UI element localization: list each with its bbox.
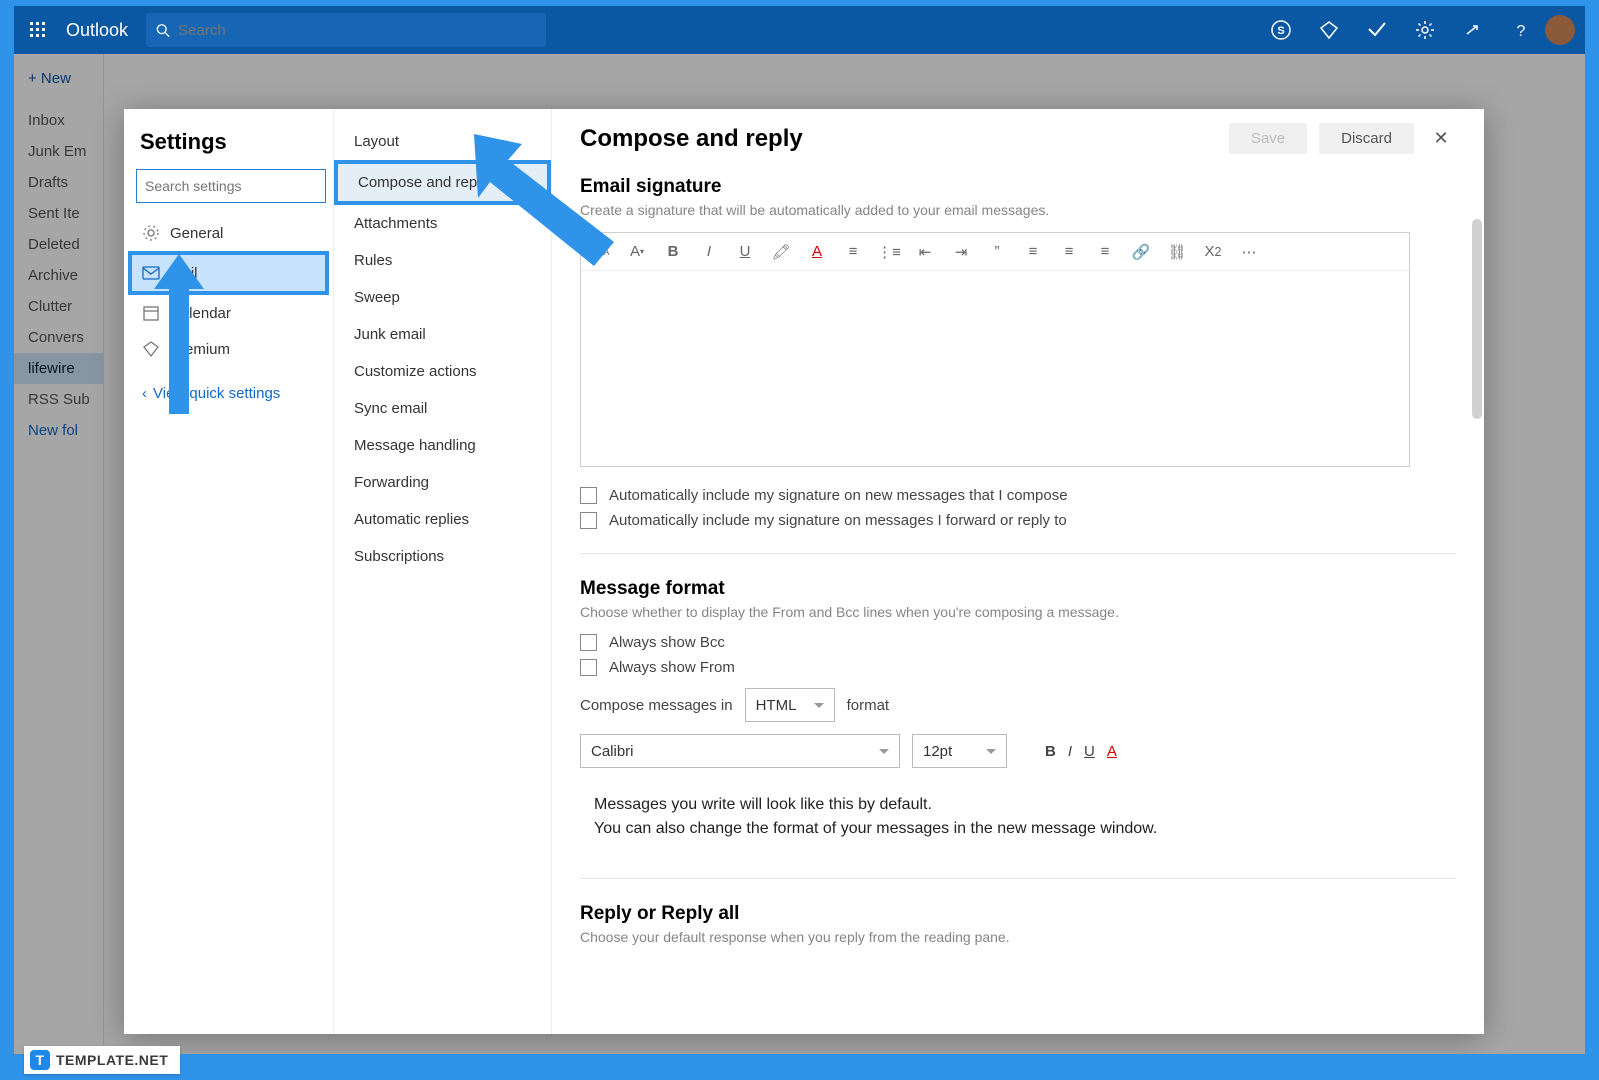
outdent-icon[interactable]: ⇤ bbox=[915, 242, 935, 262]
checkbox-icon[interactable] bbox=[580, 634, 597, 651]
close-icon[interactable]: ✕ bbox=[1426, 124, 1456, 154]
checkbox-label: Automatically include my signature on me… bbox=[609, 512, 1067, 529]
align-right-icon[interactable]: ≡ bbox=[1095, 242, 1115, 262]
indent-icon[interactable]: ⇥ bbox=[951, 242, 971, 262]
watermark-icon: T bbox=[30, 1050, 50, 1070]
bcc-checkbox[interactable]: Always show Bcc bbox=[580, 634, 1456, 651]
underline-icon[interactable]: U bbox=[1084, 743, 1095, 760]
settings-sidebar: Settings General Mail Calendar bbox=[124, 109, 334, 1034]
search-icon bbox=[156, 23, 170, 38]
settings-content: Compose and reply Save Discard ✕ Email s… bbox=[552, 109, 1484, 1034]
font-select[interactable]: Calibri bbox=[580, 734, 900, 768]
signature-reply-checkbox[interactable]: Automatically include my signature on me… bbox=[580, 512, 1456, 529]
format-section: Message format Choose whether to display… bbox=[580, 578, 1456, 854]
italic-icon[interactable]: I bbox=[1068, 743, 1072, 760]
watermark-label: TEMPLATE.NET bbox=[56, 1052, 168, 1068]
checkbox-label: Always show From bbox=[609, 659, 735, 676]
signature-section: Email signature Create a signature that … bbox=[580, 176, 1456, 529]
unlink-icon[interactable]: ⛓ bbox=[1167, 242, 1187, 262]
size-select[interactable]: 12pt bbox=[912, 734, 1007, 768]
editor-toolbar: AA A▾ B I U 🖍 A ≡ ⋮≡ ⇤ ⇥ ” ≡ bbox=[581, 233, 1409, 271]
font-color-icon[interactable]: A bbox=[807, 242, 827, 262]
save-button[interactable]: Save bbox=[1229, 123, 1307, 154]
numbering-icon[interactable]: ⋮≡ bbox=[879, 242, 899, 262]
checkbox-label: Always show Bcc bbox=[609, 634, 725, 651]
app-launcher-icon[interactable] bbox=[14, 22, 62, 38]
watermark-badge: T TEMPLATE.NET bbox=[24, 1046, 180, 1074]
help-icon[interactable]: ? bbox=[1497, 6, 1545, 54]
section-heading: Reply or Reply all bbox=[580, 903, 1456, 925]
align-center-icon[interactable]: ≡ bbox=[1059, 242, 1079, 262]
subnav-sync[interactable]: Sync email bbox=[334, 390, 551, 427]
topbar: Outlook S ? bbox=[14, 6, 1585, 54]
search-settings-input[interactable] bbox=[145, 178, 317, 194]
section-heading: Email signature bbox=[580, 176, 1456, 198]
category-label: General bbox=[170, 225, 223, 242]
app-name: Outlook bbox=[62, 20, 146, 41]
font-color-icon[interactable]: A bbox=[1107, 743, 1117, 760]
italic-icon[interactable]: I bbox=[699, 242, 719, 262]
checkbox-label: Automatically include my signature on ne… bbox=[609, 487, 1068, 504]
checkbox-icon[interactable] bbox=[580, 487, 597, 504]
subnav-junk[interactable]: Junk email bbox=[334, 316, 551, 353]
more-icon[interactable]: ⋯ bbox=[1239, 242, 1259, 262]
subnav-forwarding[interactable]: Forwarding bbox=[334, 464, 551, 501]
search-input[interactable] bbox=[178, 22, 536, 39]
section-sub: Create a signature that will be automati… bbox=[580, 202, 1456, 218]
settings-dialog: Settings General Mail Calendar bbox=[124, 109, 1484, 1034]
global-search[interactable] bbox=[146, 13, 546, 47]
subnav-subscriptions[interactable]: Subscriptions bbox=[334, 538, 551, 575]
divider bbox=[580, 878, 1456, 879]
preview-line: Messages you write will look like this b… bbox=[594, 796, 1442, 814]
signature-new-checkbox[interactable]: Automatically include my signature on ne… bbox=[580, 487, 1456, 504]
gear-icon bbox=[142, 224, 160, 242]
subnav-customize[interactable]: Customize actions bbox=[334, 353, 551, 390]
page-title: Compose and reply bbox=[580, 125, 1217, 153]
checkbox-icon[interactable] bbox=[580, 512, 597, 529]
format-label: format bbox=[847, 697, 890, 714]
settings-title: Settings bbox=[132, 123, 325, 169]
divider bbox=[580, 553, 1456, 554]
subnav-handling[interactable]: Message handling bbox=[334, 427, 551, 464]
section-sub: Choose whether to display the From and B… bbox=[580, 604, 1456, 620]
skype-icon[interactable]: S bbox=[1257, 6, 1305, 54]
gear-icon[interactable] bbox=[1401, 6, 1449, 54]
align-left-icon[interactable]: ≡ bbox=[1023, 242, 1043, 262]
quote-icon[interactable]: ” bbox=[987, 242, 1007, 262]
search-settings[interactable] bbox=[136, 169, 326, 203]
link-icon[interactable]: 🔗 bbox=[1131, 242, 1151, 262]
from-checkbox[interactable]: Always show From bbox=[580, 659, 1456, 676]
checkmark-icon[interactable] bbox=[1353, 6, 1401, 54]
signature-editor[interactable]: AA A▾ B I U 🖍 A ≡ ⋮≡ ⇤ ⇥ ” ≡ bbox=[580, 232, 1410, 467]
highlight-icon[interactable]: 🖍 bbox=[771, 242, 791, 262]
svg-text:?: ? bbox=[1517, 23, 1526, 39]
preview-line: You can also change the format of your m… bbox=[594, 820, 1442, 838]
checkbox-icon[interactable] bbox=[580, 659, 597, 676]
discard-button[interactable]: Discard bbox=[1319, 123, 1414, 154]
bold-icon[interactable]: B bbox=[663, 242, 683, 262]
clear-format-icon[interactable]: X2 bbox=[1203, 242, 1223, 262]
svg-text:S: S bbox=[1277, 25, 1284, 37]
diamond-icon[interactable] bbox=[1305, 6, 1353, 54]
format-label: Compose messages in bbox=[580, 697, 733, 714]
format-select[interactable]: HTML bbox=[745, 688, 835, 722]
share-icon[interactable] bbox=[1449, 6, 1497, 54]
preview-box: Messages you write will look like this b… bbox=[580, 780, 1456, 854]
scrollbar[interactable] bbox=[1472, 219, 1482, 419]
annotation-arrow bbox=[474, 134, 634, 284]
underline-icon[interactable]: U bbox=[735, 242, 755, 262]
avatar[interactable] bbox=[1545, 15, 1575, 45]
section-heading: Message format bbox=[580, 578, 1456, 600]
bold-icon[interactable]: B bbox=[1045, 743, 1056, 760]
bullets-icon[interactable]: ≡ bbox=[843, 242, 863, 262]
annotation-arrow bbox=[144, 254, 214, 434]
subnav-autoreply[interactable]: Automatic replies bbox=[334, 501, 551, 538]
section-sub: Choose your default response when you re… bbox=[580, 929, 1456, 945]
subnav-sweep[interactable]: Sweep bbox=[334, 279, 551, 316]
reply-section: Reply or Reply all Choose your default r… bbox=[580, 903, 1456, 945]
category-general[interactable]: General bbox=[132, 215, 325, 251]
